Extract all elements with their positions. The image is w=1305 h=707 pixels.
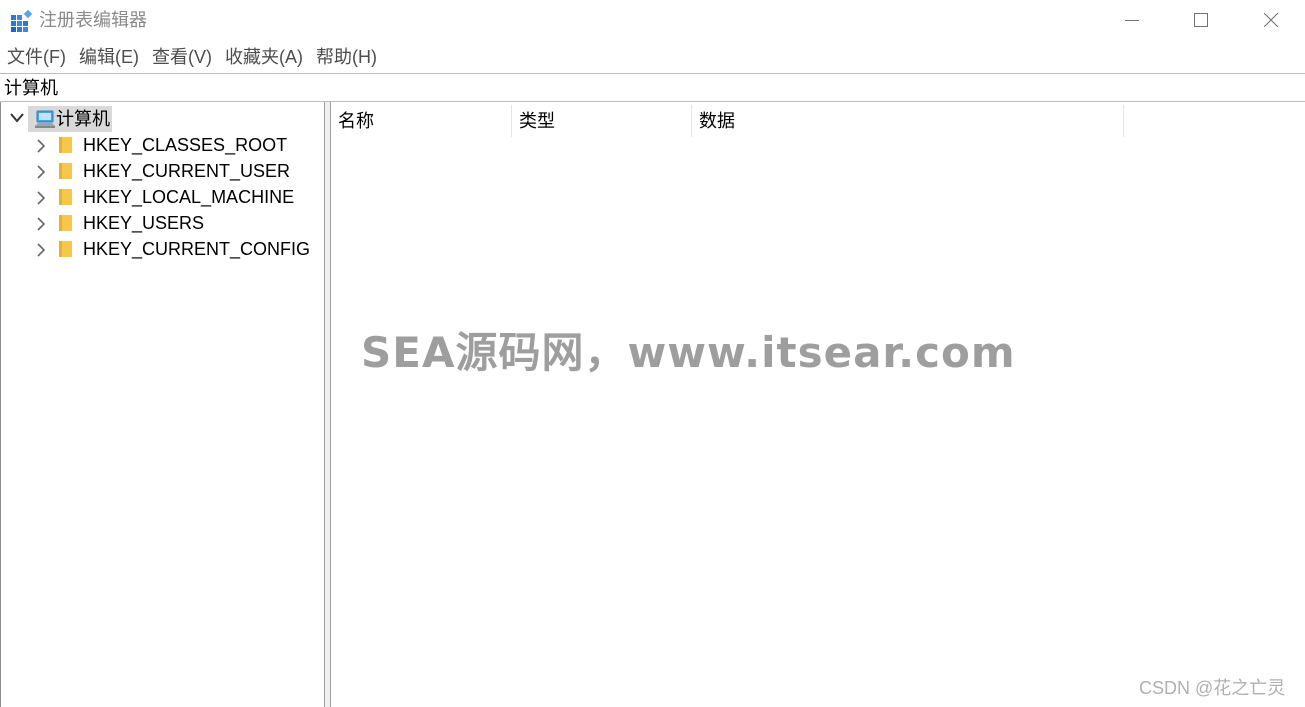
minimize-button[interactable]	[1097, 0, 1167, 42]
folder-icon	[59, 137, 72, 153]
tree-item-label[interactable]: HKEY_LOCAL_MACHINE	[83, 184, 294, 210]
column-header-type[interactable]: 类型	[512, 105, 692, 137]
menu-bar: 文件(F) 编辑(E) 查看(V) 收藏夹(A) 帮助(H)	[0, 44, 383, 70]
tree-item-label[interactable]: HKEY_CURRENT_CONFIG	[83, 236, 310, 262]
credit-text: CSDN @花之亡灵	[1139, 678, 1286, 698]
menu-edit[interactable]: 编辑(E)	[72, 44, 145, 70]
title-bar[interactable]: 注册表编辑器	[0, 0, 1305, 42]
address-path[interactable]: 计算机	[4, 77, 58, 99]
tree-item-hkey-current-user[interactable]: HKEY_CURRENT_USER	[1, 158, 323, 184]
chevron-right-icon[interactable]	[35, 139, 47, 153]
address-bar[interactable]: 计算机	[0, 73, 1305, 102]
maximize-button[interactable]	[1166, 0, 1236, 42]
folder-icon	[59, 241, 72, 257]
tree-item-hkey-users[interactable]: HKEY_USERS	[1, 210, 323, 236]
chevron-right-icon[interactable]	[35, 243, 47, 257]
registry-editor-window: 注册表编辑器 文件(F) 编辑(E) 查看(V) 收藏夹(A) 帮助(H) 计算…	[0, 0, 1305, 707]
registry-tree-pane: 计算机 HKEY_CLASSES_ROOT HKEY_CURRENT_USER …	[0, 102, 325, 707]
chevron-right-icon[interactable]	[35, 217, 47, 231]
tree-item-hkey-classes-root[interactable]: HKEY_CLASSES_ROOT	[1, 132, 323, 158]
tree-item-hkey-local-machine[interactable]: HKEY_LOCAL_MACHINE	[1, 184, 323, 210]
folder-icon	[59, 215, 72, 231]
window-title: 注册表编辑器	[39, 10, 147, 30]
menu-file[interactable]: 文件(F)	[0, 44, 72, 70]
folder-icon	[59, 163, 72, 179]
registry-values-pane[interactable]: 名称 类型 数据	[331, 102, 1305, 707]
column-header-data[interactable]: 数据	[692, 105, 1124, 137]
menu-favorites[interactable]: 收藏夹(A)	[218, 44, 309, 70]
chevron-down-icon[interactable]	[9, 112, 25, 124]
chevron-right-icon[interactable]	[35, 165, 47, 179]
minimize-icon	[1125, 20, 1139, 21]
close-icon	[1264, 13, 1278, 27]
computer-icon	[35, 110, 55, 128]
tree-item-label[interactable]: HKEY_USERS	[83, 210, 204, 236]
menu-view[interactable]: 查看(V)	[145, 44, 218, 70]
folder-icon	[59, 189, 72, 205]
maximize-icon	[1194, 13, 1208, 27]
registry-editor-icon	[10, 9, 34, 33]
column-header-name[interactable]: 名称	[331, 105, 512, 137]
tree-item-hkey-current-config[interactable]: HKEY_CURRENT_CONFIG	[1, 236, 323, 262]
list-column-header: 名称 类型 数据	[331, 105, 1125, 137]
chevron-right-icon[interactable]	[35, 191, 47, 205]
menu-help[interactable]: 帮助(H)	[309, 44, 383, 70]
close-button[interactable]	[1236, 0, 1305, 42]
tree-item-label[interactable]: HKEY_CLASSES_ROOT	[83, 132, 287, 158]
tree-item-label[interactable]: HKEY_CURRENT_USER	[83, 158, 290, 184]
watermark-text: SEA源码网，www.itsear.com	[361, 328, 1016, 377]
